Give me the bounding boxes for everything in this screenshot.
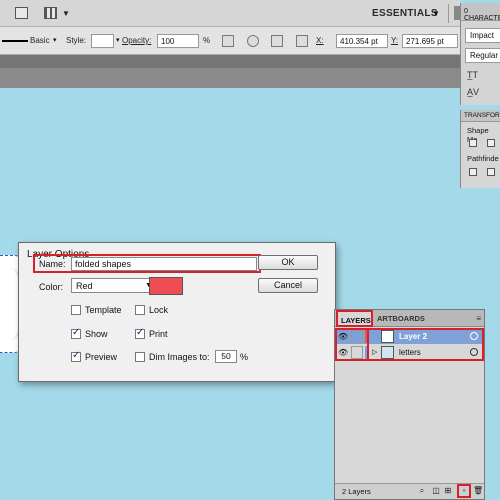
show-checkbox[interactable]	[71, 327, 81, 339]
color-value: Red	[76, 281, 93, 291]
panel-menu-icon[interactable]: ≡	[476, 314, 481, 323]
panel-tabs: LAYERS ARTBOARDS ≡	[335, 310, 484, 327]
tab-artboards[interactable]: ARTBOARDS	[377, 314, 425, 323]
preview-checkbox[interactable]	[71, 350, 81, 362]
stroke-profile-preview[interactable]	[2, 40, 28, 42]
document-tab-area	[0, 55, 460, 68]
template-label: Template	[85, 305, 122, 315]
workspace-switcher[interactable]: ESSENTIALS	[372, 8, 438, 19]
layers-panel: LAYERS ARTBOARDS ≡ 👁 Layer 2 👁 ▷ letters…	[334, 309, 485, 500]
locate-object-icon[interactable]: ⌕	[417, 486, 427, 497]
layers-footer: 2 Layers ⌕ ◫ ⊞ ▫ 🗑	[335, 483, 484, 499]
unite-icon[interactable]	[469, 139, 477, 147]
name-label: Name:	[39, 259, 66, 269]
x-input[interactable]: 410.354 pt	[336, 34, 388, 48]
font-style-field[interactable]: Regular	[465, 48, 500, 63]
style-label: Style:	[66, 36, 87, 45]
divide-icon[interactable]	[469, 168, 477, 176]
opacity-unit: %	[203, 36, 211, 45]
x-label[interactable]: X:	[316, 36, 324, 45]
chevron-down-icon[interactable]: ▼	[432, 9, 440, 18]
chevron-down-icon[interactable]: ▾	[116, 36, 120, 44]
kerning-icon: A̲V	[467, 87, 480, 97]
tab-layers[interactable]: LAYERS	[336, 310, 373, 327]
chevron-down-icon[interactable]: ▼	[62, 9, 70, 18]
style-dropdown[interactable]	[91, 34, 114, 48]
arrange-documents-icon[interactable]	[44, 7, 57, 19]
delete-layer-icon[interactable]: 🗑	[473, 486, 483, 497]
pathfinders-label: Pathfinde	[467, 154, 499, 163]
control-bar: Basic ▾ Style: ▾ Opacity: 100 % X: 410.3…	[0, 27, 460, 55]
preview-label: Preview	[85, 352, 118, 362]
document-icon[interactable]	[15, 7, 28, 19]
opacity-link[interactable]: Opacity:	[122, 36, 151, 45]
layer-count: 2 Layers	[342, 487, 371, 496]
color-swatch[interactable]	[149, 277, 183, 295]
lock-label: Lock	[149, 305, 169, 315]
profile-value[interactable]: Basic	[30, 36, 50, 45]
color-select[interactable]: Red ▼	[71, 278, 157, 293]
application-bar: ▼ ESSENTIALS ▼	[0, 0, 460, 27]
cancel-button[interactable]: Cancel	[258, 278, 318, 293]
recolor-icon[interactable]	[222, 35, 234, 47]
layers-visibility-highlight	[335, 328, 369, 361]
print-label: Print	[149, 329, 168, 339]
y-input[interactable]: 271.695 pt	[402, 34, 458, 48]
show-label: Show	[85, 329, 108, 339]
font-size-icon: T̲T	[467, 70, 478, 80]
dim-images-checkbox[interactable]	[135, 352, 145, 362]
create-sublayer-icon[interactable]: ⊞	[443, 486, 453, 497]
template-checkbox[interactable]	[71, 305, 81, 315]
graphic-styles-icon[interactable]	[247, 35, 259, 47]
divider	[448, 4, 449, 23]
chevron-down-icon[interactable]: ▾	[53, 36, 57, 44]
dim-images-input[interactable]: 50	[215, 350, 237, 363]
color-label: Color:	[39, 282, 64, 292]
layer-name-input[interactable]: folded shapes	[71, 257, 257, 271]
transform-tab[interactable]: TRANSFORM	[461, 110, 500, 122]
y-label[interactable]: Y:	[391, 36, 398, 45]
make-clipping-mask-icon[interactable]: ◫	[431, 486, 441, 497]
print-checkbox[interactable]	[135, 327, 145, 339]
dim-images-label: Dim Images to:	[149, 352, 210, 362]
transform-icon[interactable]	[296, 35, 308, 47]
character-panel: 0 CHARACTER Impact Regular T̲T A̲V	[460, 3, 500, 105]
lock-checkbox[interactable]	[135, 305, 145, 315]
pasteboard	[0, 68, 460, 88]
character-tab[interactable]: 0 CHARACTER	[461, 3, 500, 22]
layer-name-value: folded shapes	[75, 259, 132, 269]
font-family-field[interactable]: Impact	[465, 28, 500, 43]
align-icon[interactable]	[271, 35, 283, 47]
trim-icon[interactable]	[487, 168, 495, 176]
transform-panel: TRANSFORM Shape Mo Pathfinde	[460, 110, 500, 188]
ok-button[interactable]: OK	[258, 255, 318, 270]
dim-unit: %	[240, 352, 249, 362]
opacity-input[interactable]: 100	[157, 34, 199, 48]
minus-front-icon[interactable]	[487, 139, 495, 147]
create-new-layer-icon[interactable]: ▫	[457, 484, 471, 498]
layer-options-dialog: Layer Options Name: folded shapes Color:…	[18, 242, 336, 382]
